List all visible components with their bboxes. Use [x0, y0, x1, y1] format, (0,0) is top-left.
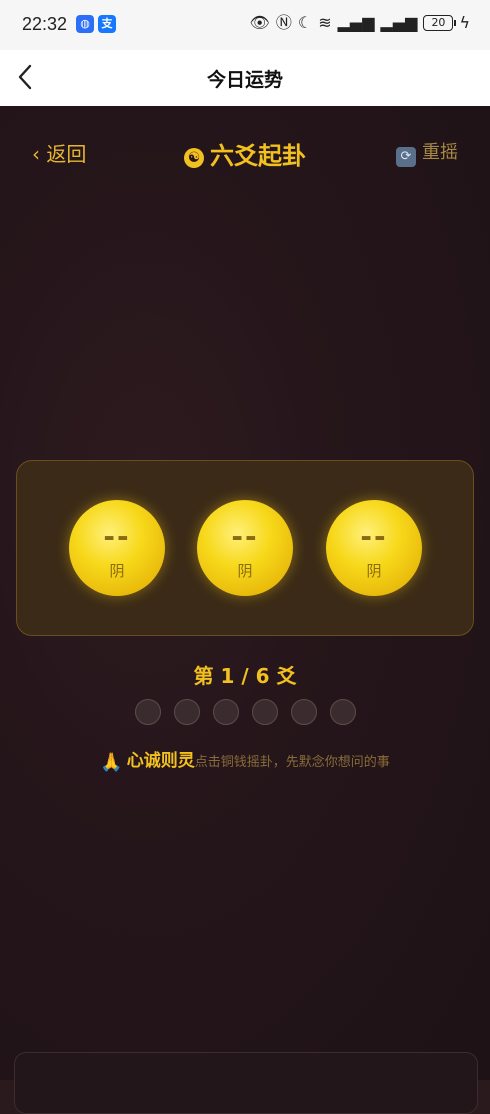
status-bar: 22:32 ◍ 支 👁 Ⓝ ☾ ≋ ▂▄▆ ▂▄▆ 20 ϟ: [0, 0, 490, 50]
yao-dot: [330, 699, 356, 725]
battery-icon: 20: [423, 15, 457, 31]
reshake-button[interactable]: ⟳ 重摇: [396, 138, 458, 167]
wifi-icon: ≋: [318, 13, 332, 32]
divination-header: ‹ 返回 ☯ 六爻起卦 ⟳ 重摇: [0, 106, 490, 196]
coin-mark: --: [360, 520, 388, 553]
divination-screen: ‹ 返回 ☯ 六爻起卦 ⟳ 重摇 -- 阴 -- 阴 -- 阴 第 1 / 6 爻: [0, 106, 490, 1114]
signal-icon-2: ▂▄▆: [380, 13, 418, 32]
coin-panel: -- 阴 -- 阴 -- 阴: [16, 460, 474, 636]
refresh-icon: ⟳: [396, 147, 416, 167]
coin-mark: --: [231, 520, 259, 553]
yao-dot: [213, 699, 239, 725]
signal-icon: ▂▄▆: [337, 13, 375, 32]
yao-progress-dots: [135, 699, 356, 725]
pray-icon: 🙏: [100, 752, 123, 773]
hint-emphasis: 心诚则灵: [126, 751, 195, 771]
divination-title-text: 六爻起卦: [210, 142, 306, 170]
page-title: 今日运势: [206, 69, 283, 91]
coin-3[interactable]: -- 阴: [326, 500, 422, 596]
coin-label: 阴: [366, 562, 382, 580]
coin-label: 阴: [237, 562, 253, 580]
coin-label: 阴: [109, 562, 125, 580]
moon-icon: ☾: [297, 13, 313, 32]
reshake-label: 重摇: [422, 142, 458, 163]
status-time: 22:32: [22, 14, 68, 34]
yin-yang-icon: ☯: [184, 148, 204, 168]
coin-1[interactable]: -- 阴: [69, 500, 165, 596]
hint-line: 🙏 心诚则灵点击铜钱摇卦，先默念你想问的事: [0, 746, 490, 773]
nav-bar: 今日运势: [0, 50, 490, 106]
bottom-card: [14, 1052, 478, 1114]
status-icons: 👁 Ⓝ ☾ ≋ ▂▄▆ ▂▄▆ 20 ϟ: [250, 14, 470, 32]
charging-icon: ϟ: [459, 13, 470, 32]
eye-icon: 👁: [249, 13, 270, 32]
hint-text: 点击铜钱摇卦，先默念你想问的事: [194, 755, 390, 770]
yao-dot: [135, 699, 161, 725]
yao-progress-text: 第 1 / 6 爻: [193, 664, 297, 688]
coin-mark: --: [103, 520, 131, 553]
yao-dot: [252, 699, 278, 725]
voice-app-icon: ◍: [76, 15, 94, 33]
alipay-icon: 支: [98, 15, 116, 33]
yao-dot: [174, 699, 200, 725]
yao-dot: [291, 699, 317, 725]
nfc-icon: Ⓝ: [275, 13, 292, 32]
coin-2[interactable]: -- 阴: [197, 500, 293, 596]
